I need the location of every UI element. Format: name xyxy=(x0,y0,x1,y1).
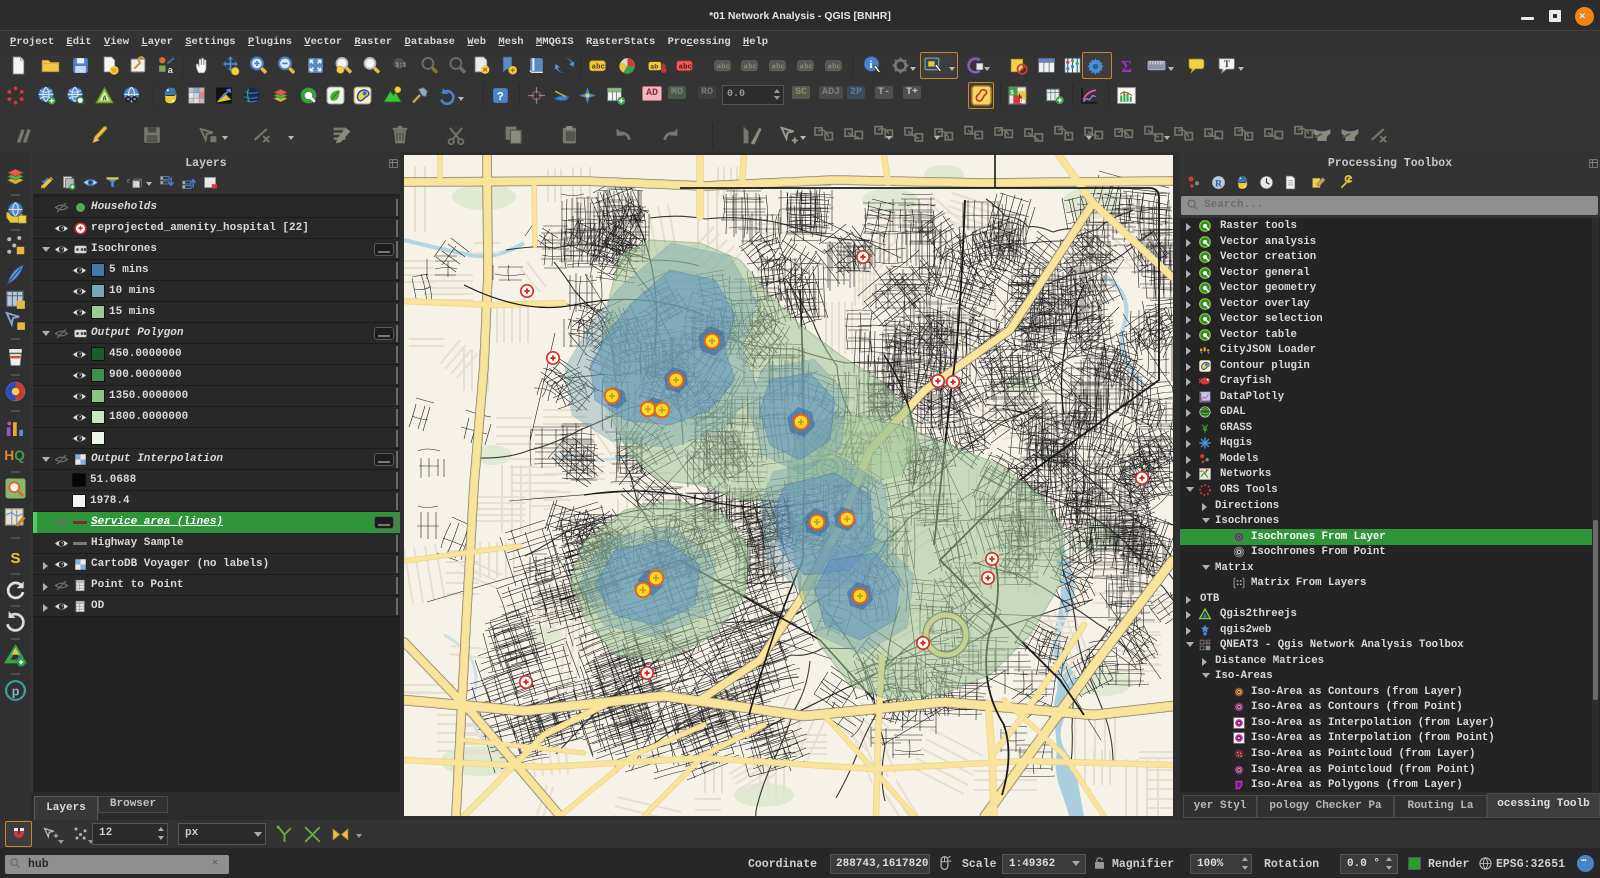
svg-text:abc: abc xyxy=(744,64,757,72)
svg-text:ε: ε xyxy=(127,176,131,185)
svg-text:H: H xyxy=(4,448,14,463)
svg-text:S: S xyxy=(1010,89,1014,96)
svg-text:abc: abc xyxy=(717,64,730,72)
svg-text:A: A xyxy=(102,96,107,104)
svg-text:abc: abc xyxy=(800,64,813,72)
svg-text:R: R xyxy=(1215,179,1222,189)
svg-text:p: p xyxy=(12,685,20,699)
svg-text:D: D xyxy=(1020,98,1024,105)
svg-text:1:1: 1:1 xyxy=(395,62,407,69)
svg-text:T: T xyxy=(1224,59,1230,69)
svg-text:abc: abc xyxy=(592,64,605,72)
svg-text:?: ? xyxy=(497,91,504,104)
svg-text:i: i xyxy=(870,60,873,71)
svg-text:Σ: Σ xyxy=(1121,57,1132,76)
svg-text:a: a xyxy=(168,65,174,76)
svg-text:abc: abc xyxy=(679,64,692,72)
svg-text:abc: abc xyxy=(772,64,785,72)
svg-text:abc: abc xyxy=(828,64,841,72)
svg-text:S: S xyxy=(11,550,21,567)
svg-text:ab: ab xyxy=(650,64,658,72)
svg-text:Q: Q xyxy=(14,448,25,463)
